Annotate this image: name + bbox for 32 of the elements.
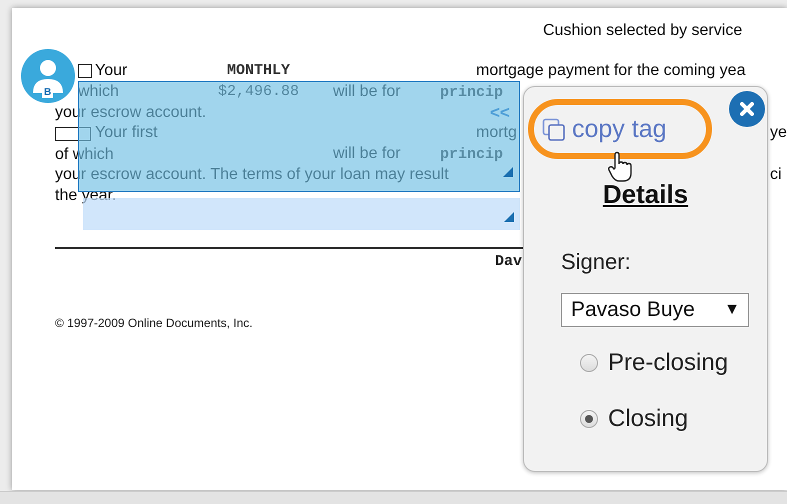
copyright-text: © 1997-2009 Online Documents, Inc. bbox=[55, 316, 253, 330]
document-text: $2,496.88 bbox=[218, 82, 299, 102]
avatar-initial: B bbox=[42, 87, 54, 98]
close-icon[interactable] bbox=[729, 91, 765, 127]
document-text: ye bbox=[770, 124, 787, 142]
radio-option[interactable]: Closing bbox=[580, 405, 688, 433]
resize-handle-icon[interactable] bbox=[504, 212, 514, 222]
document-text: Cushion selected by service bbox=[543, 22, 742, 40]
checkbox[interactable] bbox=[55, 126, 91, 141]
document-text: will be for bbox=[333, 82, 401, 100]
signer-dropdown[interactable]: Pavaso Buye ▼ bbox=[561, 293, 749, 327]
hand-cursor-icon bbox=[607, 151, 633, 183]
document-text: princip bbox=[440, 146, 504, 164]
document-text: mortg bbox=[475, 124, 517, 142]
document-text: Dav bbox=[495, 253, 522, 270]
copy-tag-link[interactable]: copy tag bbox=[542, 115, 667, 144]
document-text: mortgage payment for the coming yea bbox=[475, 62, 746, 79]
document-text: princip bbox=[440, 84, 504, 101]
document-text: of which bbox=[55, 144, 114, 165]
resize-handle-icon[interactable] bbox=[503, 167, 513, 177]
popup-title: Details bbox=[602, 179, 688, 210]
radio-option[interactable]: Pre-closing bbox=[580, 349, 728, 377]
checkbox[interactable] bbox=[78, 64, 92, 78]
user-avatar-icon[interactable]: B bbox=[21, 49, 75, 103]
document-text: Your bbox=[95, 61, 128, 81]
field-label: Signer: bbox=[561, 249, 631, 275]
document-text: MONTHLY bbox=[226, 61, 290, 81]
document-text: will be for bbox=[333, 145, 401, 162]
document-text: which bbox=[78, 82, 119, 102]
document-text: Your first bbox=[95, 123, 158, 144]
document-text: ci bbox=[770, 166, 782, 183]
copy-icon bbox=[542, 118, 566, 142]
